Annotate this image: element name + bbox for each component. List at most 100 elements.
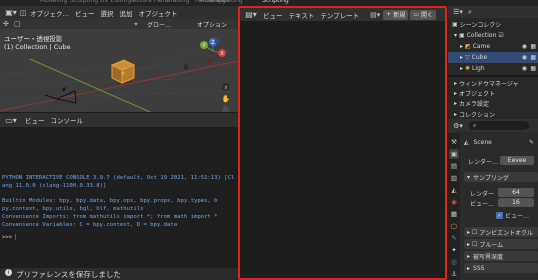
filter-icon[interactable]: ⌕ bbox=[465, 8, 475, 17]
workspace-tab[interactable]: Compositing bbox=[205, 0, 243, 4]
console-prompt[interactable]: >>> bbox=[2, 234, 17, 241]
outliner-item-label: Came bbox=[472, 43, 491, 50]
editor-type-icon[interactable]: ⚙▾ bbox=[451, 122, 465, 130]
workspace-tab[interactable]: Shading bbox=[165, 0, 189, 4]
area-divider[interactable] bbox=[448, 75, 538, 77]
outliner[interactable]: ☰▾ ⌕ ▣ シーンコレクシ ▾ ▣ Collection ☑ ▸ ◩ Came… bbox=[448, 6, 538, 110]
render-camera-icon[interactable]: ▦ bbox=[530, 65, 536, 72]
menu-templates[interactable]: テンプレート bbox=[320, 10, 359, 20]
console-output-line: Builtin Modules: bpy, bpy.data, bpy.ops,… bbox=[2, 198, 218, 204]
scene-name: Scene bbox=[473, 139, 492, 146]
console-output-line: Convenience Variables: C = bpy.context, … bbox=[2, 222, 178, 228]
panel-checkbox-icon[interactable]: ☐ bbox=[472, 241, 477, 248]
outliner-row-cube[interactable]: ▸ ▽ Cube ◉ ▦ bbox=[448, 52, 538, 63]
expand-arrow-icon[interactable]: ▸ bbox=[460, 54, 463, 61]
orientation-dropdown[interactable]: グロー… bbox=[147, 20, 171, 29]
expand-arrow-icon[interactable]: ▸ bbox=[454, 111, 457, 118]
view-name-label: ユーザー・透視投影 bbox=[4, 35, 63, 43]
menu-select[interactable]: 選択 bbox=[101, 8, 114, 18]
viewport-denoise-checkbox[interactable]: ✓ ビュー… bbox=[496, 211, 529, 220]
move-tool-icon[interactable]: ✣ bbox=[3, 20, 9, 28]
pin-icon[interactable]: ✎ bbox=[529, 139, 534, 146]
tool-tab-icon[interactable]: ⚒ bbox=[449, 137, 459, 147]
sss-panel[interactable]: ▸ SSS bbox=[464, 263, 538, 273]
panel-title: サンプリング bbox=[473, 174, 509, 182]
new-text-button[interactable]: + 新規 bbox=[383, 9, 409, 20]
menu-text[interactable]: テキスト bbox=[289, 10, 315, 20]
object-tab-icon[interactable]: ▢ bbox=[449, 221, 459, 231]
workspace-tab[interactable]: Modeling bbox=[40, 0, 67, 4]
data-api-row[interactable]: ▸ カメラ設定 bbox=[448, 98, 538, 109]
camera-view-icon[interactable]: 🎥 bbox=[222, 105, 230, 112]
editor-type-icon[interactable]: ▤▾ bbox=[243, 10, 259, 19]
eye-icon[interactable]: ◉ bbox=[522, 65, 527, 72]
expand-arrow-icon[interactable]: ▾ bbox=[454, 32, 457, 39]
overlay-options-button[interactable]: オプション bbox=[197, 20, 227, 29]
outliner-row-camera[interactable]: ▸ ◩ Came ◉ ▦ bbox=[448, 41, 538, 52]
eye-icon[interactable]: ◉ bbox=[522, 43, 527, 50]
panel-title: SSS bbox=[473, 264, 485, 272]
menu-console[interactable]: コンソール bbox=[51, 115, 84, 125]
world-tab-icon[interactable]: ◉ bbox=[449, 197, 459, 207]
python-console[interactable]: ▭▾ ビュー コンソール PYTHON INTERACTIVE CONSOLE … bbox=[0, 113, 238, 280]
properties-editor[interactable]: ⚙▾ ⌕ ⚒ ▣ ▤ ▥ ◭ ◉ ▦ ▢ ✎ ✦ ◎ ⚓ ◭ Scene ✎ レ… bbox=[448, 119, 538, 280]
expand-arrow-icon[interactable]: ▸ bbox=[454, 90, 457, 97]
depth-of-field-panel[interactable]: ▸ 被写界深度 bbox=[464, 251, 538, 261]
physics-tab-icon[interactable]: ◎ bbox=[449, 257, 459, 267]
expand-arrow-icon[interactable]: ▸ bbox=[460, 65, 463, 72]
editor-type-icon[interactable]: ☰▾ bbox=[451, 8, 465, 16]
workspace-tab[interactable]: Sculpting bbox=[70, 0, 98, 4]
select-tool-icon[interactable]: ▢ bbox=[14, 20, 21, 28]
viewport-samples-field[interactable]: 16 bbox=[498, 198, 534, 207]
expand-arrow-icon[interactable]: ▸ bbox=[454, 80, 457, 87]
viewport-samples-label: ビュー… bbox=[470, 201, 495, 208]
particles-tab-icon[interactable]: ✦ bbox=[449, 245, 459, 255]
menu-add[interactable]: 追加 bbox=[120, 8, 133, 18]
menu-view[interactable]: ビュー bbox=[75, 8, 95, 18]
render-tab-icon[interactable]: ▣ bbox=[449, 149, 459, 159]
checkbox-icon[interactable]: ☑ bbox=[498, 32, 503, 39]
text-datablock-icon[interactable]: ▤▾ bbox=[370, 11, 380, 19]
render-engine-dropdown[interactable]: Eevee bbox=[500, 156, 534, 165]
mode-dropdown[interactable]: オブジェク… bbox=[30, 8, 69, 18]
eye-icon[interactable]: ◉ bbox=[522, 54, 527, 61]
workspace-tab[interactable]: UV Editing bbox=[100, 0, 131, 4]
workspace-tab[interactable]: Texture Paint bbox=[130, 0, 169, 4]
collection-tab-icon[interactable]: ▦ bbox=[449, 209, 459, 219]
editor-type-icon[interactable]: ▣▾ bbox=[3, 8, 19, 17]
console-output-line: py.context, bpy.utils, bgl, blf, mathuti… bbox=[2, 206, 144, 212]
render-camera-icon[interactable]: ▦ bbox=[530, 43, 536, 50]
workspace-tab-active[interactable]: Scripting bbox=[262, 0, 289, 4]
menu-object[interactable]: オブジェクト bbox=[139, 8, 178, 18]
render-camera-icon[interactable]: ▦ bbox=[530, 54, 536, 61]
svg-text:⌕: ⌕ bbox=[224, 84, 227, 91]
outliner-row-light[interactable]: ▸ ✺ Ligh ◉ ▦ bbox=[448, 63, 538, 74]
expand-arrow-icon[interactable]: ▸ bbox=[454, 100, 457, 107]
ambient-occlusion-panel[interactable]: ▸ ☐ アンビエントオクル bbox=[464, 227, 538, 237]
modifier-tab-icon[interactable]: ✎ bbox=[449, 233, 459, 243]
search-field[interactable]: ⌕ bbox=[469, 121, 529, 130]
open-text-button[interactable]: ▭ 開く bbox=[410, 9, 436, 20]
bloom-panel[interactable]: ▸ ☐ ブルーム bbox=[464, 239, 538, 249]
view-layer-tab-icon[interactable]: ▥ bbox=[449, 173, 459, 183]
viewport-header: ▣▾ ◫ オブジェク… ビュー 選択 追加 オブジェクト bbox=[0, 6, 238, 19]
cube-object[interactable] bbox=[110, 59, 136, 84]
sampling-panel-header[interactable]: ▾ サンプリング bbox=[464, 172, 538, 182]
editor-type-icon[interactable]: ▭▾ bbox=[3, 116, 19, 125]
prompt-text: >>> bbox=[2, 234, 16, 241]
text-editor[interactable]: ▤▾ ビュー テキスト テンプレート ▤▾ + 新規 ▭ 開く bbox=[238, 6, 447, 280]
outliner-item-label: Collection bbox=[466, 32, 497, 39]
menu-view[interactable]: ビュー bbox=[25, 115, 45, 125]
3d-viewport[interactable]: ▣▾ ◫ オブジェク… ビュー 選択 追加 オブジェクト ✣ ▢ ⌖ グロー… … bbox=[0, 6, 238, 112]
scene-tab-icon[interactable]: ◭ bbox=[449, 185, 459, 195]
output-tab-icon[interactable]: ▤ bbox=[449, 161, 459, 171]
outliner-row-scene-collection[interactable]: ▣ シーンコレクシ bbox=[448, 19, 538, 30]
pan-hand-icon[interactable]: ✋ bbox=[222, 94, 231, 103]
menu-view[interactable]: ビュー bbox=[263, 10, 283, 20]
expand-arrow-icon[interactable]: ▸ bbox=[460, 43, 463, 50]
outliner-row-collection[interactable]: ▾ ▣ Collection ☑ bbox=[448, 30, 538, 41]
panel-checkbox-icon[interactable]: ☐ bbox=[472, 229, 477, 236]
navigation-gizmo[interactable]: Z X Y bbox=[200, 38, 226, 64]
render-samples-field[interactable]: 64 bbox=[498, 188, 534, 197]
constraints-tab-icon[interactable]: ⚓ bbox=[449, 269, 459, 279]
